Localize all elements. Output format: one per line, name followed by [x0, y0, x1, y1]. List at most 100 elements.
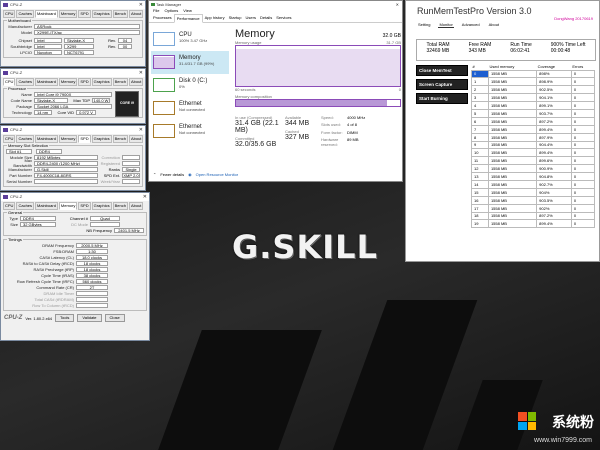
tab-spd[interactable]: SPD [78, 202, 91, 210]
table-row[interactable]: 16 1558 MB 903.5% 0 [471, 195, 596, 205]
close-icon[interactable]: ✕ [143, 193, 147, 201]
menu-advanced[interactable]: Advanced [461, 22, 481, 28]
tab-graphics[interactable]: Graphics [91, 135, 112, 143]
tab-caches[interactable]: Caches [16, 78, 35, 86]
tab-processes[interactable]: Processes [151, 14, 174, 22]
close-icon[interactable]: ✕ [139, 126, 143, 134]
close-icon[interactable]: ✕ [139, 1, 143, 9]
tab-graphics[interactable]: Graphics [91, 202, 112, 210]
menu-setting[interactable]: Setting [417, 22, 431, 28]
tab-about[interactable]: About [128, 10, 144, 18]
table-row[interactable]: 9 1558 MB 904.4% 0 [471, 140, 596, 150]
fewer-details-link[interactable]: Fewer details [160, 172, 184, 177]
tab-cpu[interactable]: CPU [3, 78, 16, 86]
tab-graphics[interactable]: Graphics [91, 10, 112, 18]
tab-caches[interactable]: Caches [16, 10, 35, 18]
tab-services[interactable]: Services [274, 14, 293, 22]
table-row[interactable]: 0 1558 MB 898% 0 [471, 69, 596, 79]
close-button[interactable]: Close [104, 314, 125, 322]
close-icon[interactable]: ✕ [396, 1, 399, 8]
validate-button[interactable]: Validate [77, 314, 102, 322]
tab-cpu[interactable]: CPU [3, 135, 16, 143]
cpuz-cpu-window[interactable]: CPU-Z ✕ CPU Caches Mainboard Memory SPD G… [0, 68, 146, 124]
resource-cpu[interactable]: CPU 100% 3.47 GHz [151, 28, 229, 51]
task-manager-window[interactable]: Task Manager ✕ File Options View Processe… [148, 0, 403, 182]
tab-bench[interactable]: Bench [112, 202, 128, 210]
menu-monitor[interactable]: Monitor [438, 22, 454, 28]
table-row[interactable]: 17 1558 MB 902% 0 [471, 203, 596, 213]
tab-mainboard[interactable]: Mainboard [35, 202, 58, 210]
tab-caches[interactable]: Caches [16, 202, 35, 210]
tab-users[interactable]: Users [244, 14, 258, 22]
screen-capture-button[interactable]: Screen Capture [416, 79, 468, 90]
table-row[interactable]: 13 1558 MB 904.8% 0 [471, 172, 596, 181]
tab-mainboard[interactable]: Mainboard [35, 78, 58, 86]
resource-disk[interactable]: Disk 0 (C:) 0% [151, 74, 229, 97]
open-resource-monitor-link[interactable]: Open Resource Monitor [196, 172, 238, 177]
field-label: SPD Ext. [103, 172, 120, 178]
cpuz-spd-window[interactable]: CPU-Z ✕ CPU Caches Mainboard Memory SPD G… [0, 125, 146, 191]
logo-square [518, 412, 527, 421]
table-row[interactable]: 5 1558 MB 903.7% 0 [471, 108, 596, 118]
close-memtest-button[interactable]: Close MemTest [416, 65, 468, 76]
cpuz-mainboard-window[interactable]: CPU-Z ✕ CPU Caches Mainboard Memory SPD G… [0, 0, 146, 67]
tab-bench[interactable]: Bench [112, 135, 128, 143]
tab-bench[interactable]: Bench [112, 10, 128, 18]
menu-about[interactable]: About [488, 22, 500, 28]
table-row[interactable]: 10 1558 MB 899.4% 0 [471, 148, 596, 158]
table-row[interactable]: 3 1558 MB 904.1% 0 [471, 93, 596, 103]
tab-memory[interactable]: Memory [58, 202, 78, 210]
table-row[interactable]: 7 1558 MB 899.4% 0 [471, 124, 596, 134]
tab-cpu[interactable]: CPU [3, 10, 16, 18]
tab-memory[interactable]: Memory [58, 78, 78, 86]
tab-mainboard[interactable]: Mainboard [35, 10, 58, 18]
table-row[interactable]: 4 1558 MB 899.1% 0 [471, 101, 596, 110]
tab-graphics[interactable]: Graphics [91, 78, 112, 86]
tab-details[interactable]: Details [258, 14, 274, 22]
tab-memory[interactable]: Memory [58, 135, 78, 143]
cpuz-memory-window[interactable]: CPU-Z ✕ CPU Caches Mainboard Memory SPD G… [0, 192, 150, 341]
tab-cpu[interactable]: CPU [3, 202, 16, 210]
tab-spd[interactable]: SPD [78, 78, 91, 86]
tab-memory[interactable]: Memory [58, 10, 78, 18]
tab-about[interactable]: About [128, 135, 144, 143]
table-row[interactable]: 11 1558 MB 899.6% 0 [471, 156, 596, 166]
table-row[interactable]: 15 1558 MB 904% 0 [471, 187, 596, 197]
tab-performance[interactable]: Performance [173, 14, 203, 23]
tab-spd[interactable]: SPD [78, 135, 91, 143]
close-icon[interactable]: ✕ [139, 69, 143, 77]
window-titlebar[interactable]: CPU-Z ✕ [1, 193, 149, 201]
start-burning-button[interactable]: Start Burning [416, 93, 468, 104]
chevron-up-icon[interactable]: ⌃ [153, 172, 156, 177]
window-titlebar[interactable]: Task Manager ✕ [149, 1, 402, 8]
table-row[interactable]: 18 1558 MB 897.2% 0 [471, 211, 596, 221]
tab-bench[interactable]: Bench [112, 78, 128, 86]
tab-about[interactable]: About [128, 202, 144, 210]
resource-ethernet[interactable]: Ethernet Not connected [151, 97, 229, 120]
window-titlebar[interactable]: CPU-Z ✕ [1, 1, 145, 9]
table-row[interactable]: 14 1558 MB 902.7% 0 [471, 179, 596, 189]
used-memory-cell: 1558 MB [487, 219, 538, 229]
tab-caches[interactable]: Caches [16, 135, 35, 143]
field-label: DRAM Frequency [42, 242, 74, 248]
table-row[interactable]: 6 1558 MB 897.2% 0 [471, 116, 596, 126]
window-titlebar[interactable]: CPU-Z ✕ [1, 69, 145, 77]
tab-app-history[interactable]: App history [203, 14, 227, 22]
slot-select[interactable]: Slot #1 [6, 148, 32, 154]
tab-spd[interactable]: SPD [78, 10, 91, 18]
resource-ethernet[interactable]: Ethernet Not connected [151, 120, 229, 143]
resource-memory[interactable]: Memory 31.4/31.7 GB (99%) [151, 51, 229, 74]
tab-startup[interactable]: Startup [227, 14, 244, 22]
tab-mainboard[interactable]: Mainboard [35, 135, 58, 143]
table-row[interactable]: 12 1558 MB 900.9% 0 [471, 164, 596, 174]
table-row[interactable]: 2 1558 MB 902.5% 0 [471, 85, 596, 95]
table-row[interactable]: 19 1558 MB 899.4% 0 [471, 219, 596, 229]
tab-about[interactable]: About [128, 78, 144, 86]
table-row[interactable]: 1 1558 MB 898.9% 0 [471, 77, 596, 87]
table-row[interactable]: 8 1558 MB 897.9% 0 [471, 132, 596, 142]
speed-value: 4000 MHz [347, 115, 366, 120]
runmemtest-window[interactable]: RunMemTestPro Version 3.0 DongWang 20170… [405, 0, 600, 262]
window-titlebar[interactable]: CPU-Z ✕ [1, 126, 145, 134]
tools-button[interactable]: Tools [55, 314, 75, 322]
field-label: Week/Year [100, 178, 120, 184]
